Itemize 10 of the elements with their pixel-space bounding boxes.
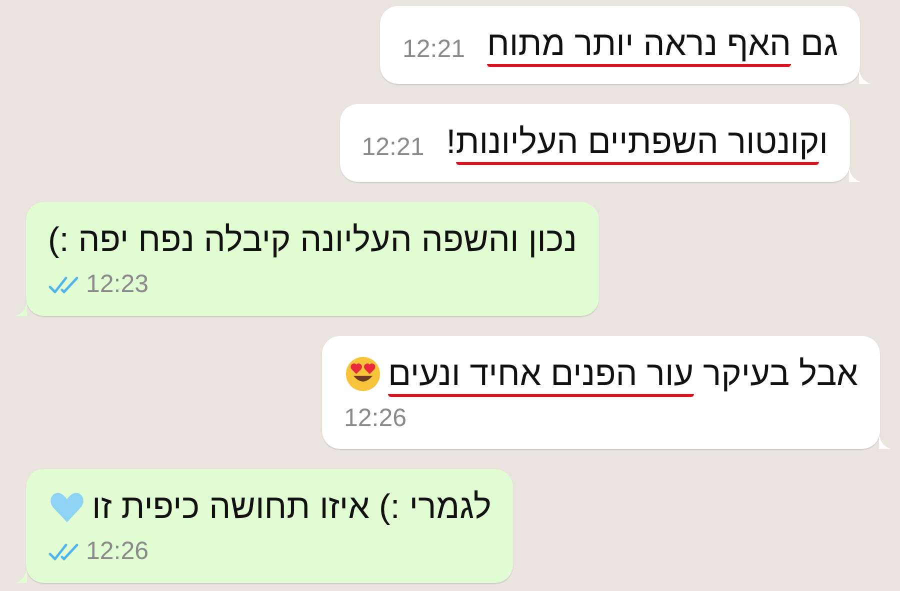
message-time: 12:21: [362, 132, 424, 162]
message-time: 12:23: [86, 269, 149, 300]
message-text: לגמרי :) איזו תחושה כיפית זו: [92, 487, 492, 528]
message-text: גם האף נראה יותר מתוח: [487, 22, 838, 66]
message-text: וקונטור השפתיים העליונות!: [446, 120, 828, 164]
message-time: 12:21: [402, 34, 466, 64]
message-text: אבל בעיקר עור הפנים אחיד ונעים: [388, 352, 858, 396]
message-text: נכון והשפה העליונה קיבלה נפח יפה :): [48, 220, 577, 261]
message-time: 12:26: [86, 536, 149, 567]
message-time: 12:26: [344, 402, 407, 434]
